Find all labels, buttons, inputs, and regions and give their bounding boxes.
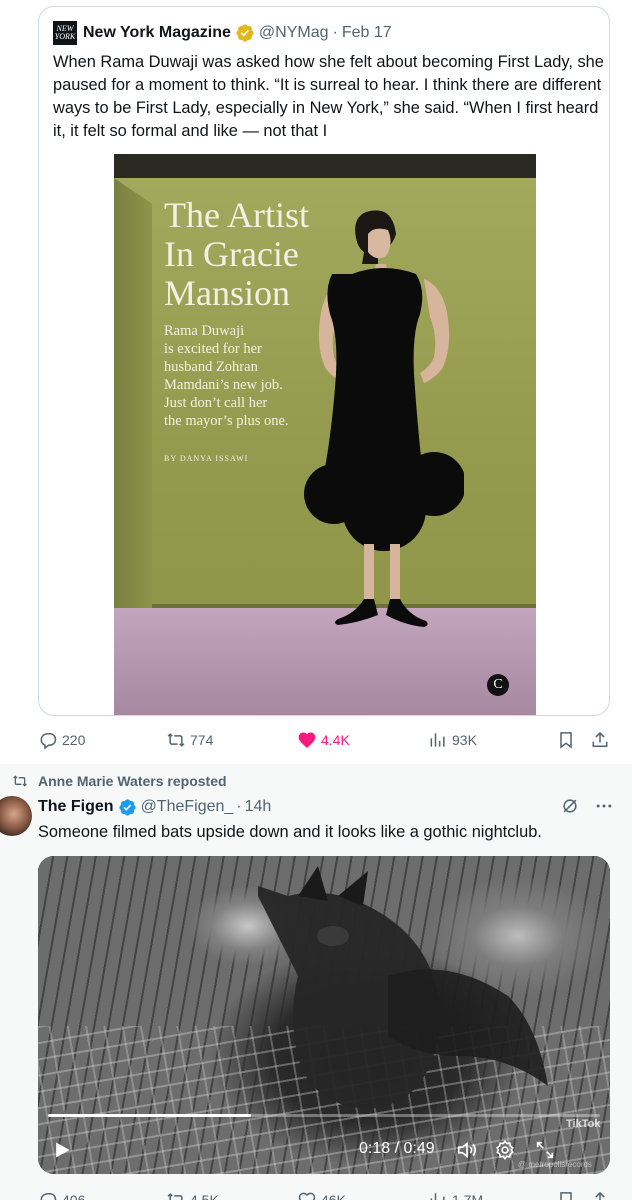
share-icon [595, 1191, 605, 1200]
separator-dot: · [332, 24, 338, 41]
bookmark-button[interactable] [556, 728, 576, 752]
reply-icon [40, 1193, 57, 1200]
bookmark-icon [560, 732, 572, 749]
repost-count: 774 [190, 732, 214, 748]
bat-silhouette [258, 866, 548, 1109]
volume-icon[interactable] [456, 1139, 478, 1161]
share-button[interactable] [590, 1188, 610, 1200]
video-timestamp: 0:18 / 0:49 [359, 1140, 435, 1158]
post-text: Someone filmed bats upside down and it l… [38, 823, 542, 841]
video-player[interactable]: 0:18 / 0:49 TikTok @ metropolisrecords [38, 856, 610, 1174]
tiktok-watermark-handle: @ metropolisrecords [518, 1160, 592, 1169]
heart-icon [298, 732, 316, 748]
time-separator: / [390, 1140, 404, 1157]
more-icon[interactable] [594, 796, 614, 816]
reply-icon [40, 733, 57, 750]
like-count: 46K [321, 1192, 346, 1200]
nymag-logo-avatar[interactable]: NEW YORK [53, 21, 77, 45]
reply-button[interactable]: 220 [38, 728, 85, 752]
image-top-band [114, 154, 536, 178]
post-timestamp[interactable]: 14h [245, 798, 272, 816]
woman-in-black-dress-figure [304, 210, 464, 627]
video-progress-fill [48, 1114, 251, 1117]
quoted-post-card[interactable]: NEW YORK New York Magazine @NYMag · Feb … [38, 6, 610, 716]
settings-icon[interactable] [494, 1139, 516, 1161]
repost-context[interactable]: Anne Marie Waters reposted [12, 773, 227, 789]
magazine-byline: BY DANYA ISSAWI [164, 454, 249, 463]
image-left-wall [114, 178, 152, 608]
quoted-author-handle[interactable]: @NYMag [259, 24, 329, 42]
quoted-post-text: When Rama Duwaji was asked how she felt … [53, 53, 604, 140]
play-icon[interactable] [52, 1140, 72, 1160]
share-button[interactable] [590, 728, 610, 752]
reply-count: 220 [62, 732, 86, 748]
video-duration: 0:49 [403, 1140, 435, 1157]
quoted-post-header: NEW YORK New York Magazine @NYMag · Feb … [53, 21, 392, 45]
video-current-time: 0:18 [359, 1140, 391, 1157]
heart-icon [298, 1192, 316, 1200]
repost-count: 4.5K [190, 1192, 219, 1200]
quoted-post-date[interactable]: Feb 17 [342, 24, 392, 42]
tiktok-watermark: TikTok [566, 1118, 601, 1130]
bookmark-icon [560, 1192, 572, 1200]
views-button[interactable]: 93K [428, 728, 477, 752]
views-icon [430, 733, 445, 747]
views-icon [430, 1193, 445, 1200]
separator-dot: · [236, 798, 242, 815]
magazine-badge: C [487, 674, 509, 696]
views-count: 93K [452, 732, 477, 748]
verified-blue-icon [118, 798, 136, 816]
author-handle[interactable]: @TheFigen_ [141, 798, 234, 816]
views-count: 1.7M [452, 1192, 484, 1200]
views-button[interactable]: 1.7M [428, 1188, 483, 1200]
author-name[interactable]: The Figen [38, 798, 114, 816]
fullscreen-icon[interactable] [534, 1139, 556, 1161]
verified-gold-icon [236, 24, 254, 42]
reply-count: 406 [62, 1192, 86, 1200]
repost-icon [13, 775, 27, 787]
post-header-actions [560, 796, 614, 816]
like-button[interactable]: 46K [297, 1188, 346, 1200]
logo-text-line2: YORK [54, 32, 76, 41]
bookmark-button[interactable] [556, 1188, 576, 1200]
grok-icon[interactable] [560, 796, 580, 816]
repost-icon [167, 733, 185, 747]
post-header: The Figen @TheFigen_ · 14h [38, 796, 271, 818]
like-count: 4.4K [321, 732, 350, 748]
share-icon [592, 731, 608, 747]
video-progress-bar[interactable] [48, 1114, 600, 1117]
magazine-cover-image[interactable]: The Artist In Gracie Mansion Rama Duwaji… [114, 154, 536, 715]
reply-button[interactable]: 406 [38, 1188, 85, 1200]
quoted-author-name[interactable]: New York Magazine [83, 24, 231, 42]
repost-icon [167, 1193, 183, 1200]
like-button[interactable]: 4.4K [297, 728, 350, 752]
repost-context-label: Anne Marie Waters reposted [38, 773, 227, 789]
repost-button[interactable]: 774 [166, 728, 213, 752]
repost-button[interactable]: 4.5K [166, 1188, 219, 1200]
